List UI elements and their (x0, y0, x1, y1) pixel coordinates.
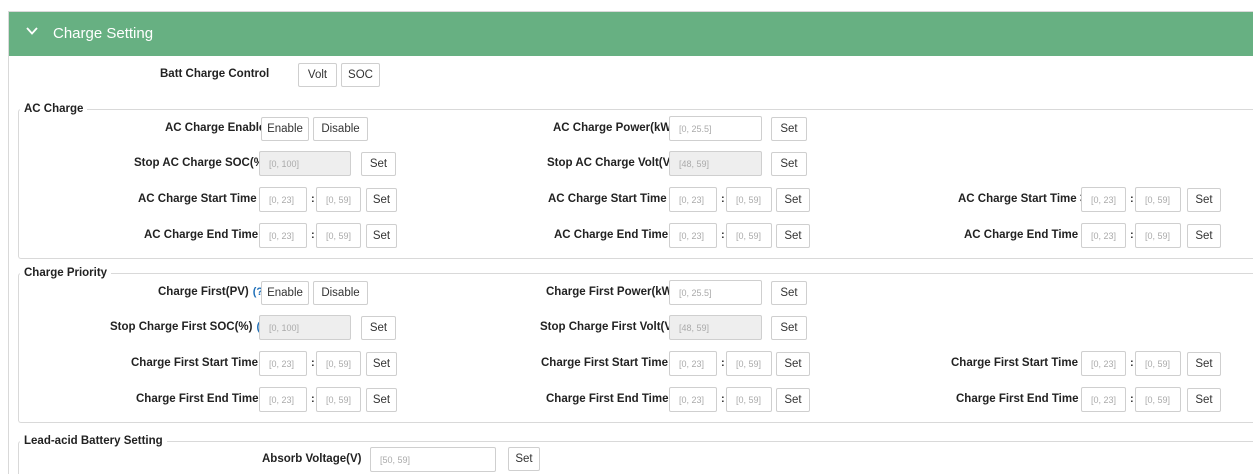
ac-charge-power-label: AC Charge Power(kW) (553, 122, 676, 134)
ac-charge-start-time-3-hour[interactable] (1081, 187, 1126, 212)
charge-first-start-time-3-hour[interactable] (1081, 351, 1126, 376)
charge-first-pv-label: Charge First(PV) (?) (158, 280, 267, 305)
charge-first-power-set-button[interactable]: Set (771, 281, 807, 305)
ac-charge-end-time-3-minute[interactable] (1135, 223, 1181, 248)
lead-acid-legend: Lead-acid Battery Setting (20, 434, 167, 448)
charge-first-enable-button[interactable]: Enable (261, 281, 309, 305)
charge-first-end-time-1-set-button[interactable]: Set (366, 388, 397, 412)
time-separator: : (1130, 357, 1134, 369)
ac-charge-end-time-2-minute[interactable] (726, 223, 772, 248)
time-separator: : (311, 393, 315, 405)
charge-first-end-time-3-label: Charge First End Time 3 (956, 393, 1089, 405)
chevron-down-icon[interactable] (26, 26, 38, 36)
ac-charge-end-time-1-hour[interactable] (259, 223, 307, 248)
charge-first-power-input[interactable] (669, 280, 762, 305)
ac-charge-end-time-3-set-button[interactable]: Set (1187, 224, 1221, 248)
stop-ac-charge-soc-label: Stop AC Charge SOC(%) (134, 157, 268, 169)
stop-charge-first-volt-label: Stop Charge First Volt(V) (540, 321, 676, 333)
ac-charge-legend: AC Charge (20, 102, 88, 116)
time-separator: : (721, 193, 725, 205)
charge-first-end-time-1-hour[interactable] (259, 387, 307, 412)
ac-charge-start-time-1-minute[interactable] (316, 187, 361, 212)
stop-charge-first-soc-label: Stop Charge First SOC(%)(?) (110, 315, 271, 340)
ac-charge-end-time-2-hour[interactable] (669, 223, 717, 248)
charge-first-start-time-3-set-button[interactable]: Set (1187, 352, 1221, 376)
time-separator: : (1130, 393, 1134, 405)
time-separator: : (1130, 193, 1134, 205)
ac-charge-start-time-3-set-button[interactable]: Set (1187, 188, 1221, 212)
ac-charge-enable-label: AC Charge Enable (165, 122, 266, 134)
stop-charge-first-soc-set-button[interactable]: Set (361, 316, 396, 340)
panel-title: Charge Setting (53, 25, 154, 42)
time-separator: : (311, 193, 315, 205)
charge-first-pv-text: Charge First(PV) (158, 286, 249, 298)
stop-ac-charge-volt-set-button[interactable]: Set (771, 152, 807, 176)
ac-charge-end-time-1-set-button[interactable]: Set (366, 224, 397, 248)
ac-charge-start-time-3-label: AC Charge Start Time 3 (958, 193, 1087, 205)
ac-charge-end-time-1-minute[interactable] (316, 223, 361, 248)
charge-first-end-time-3-minute[interactable] (1135, 387, 1181, 412)
absorb-voltage-set-button[interactable]: Set (508, 447, 540, 471)
charge-first-power-label: Charge First Power(kW) (546, 286, 677, 298)
charge-first-start-time-1-label: Charge First Start Time 1 (131, 357, 268, 369)
charge-first-start-time-1-set-button[interactable]: Set (366, 352, 397, 376)
charge-first-start-time-1-minute[interactable] (316, 351, 361, 376)
time-separator: : (721, 229, 725, 241)
ac-charge-start-time-2-minute[interactable] (726, 187, 772, 212)
time-separator: : (1130, 229, 1134, 241)
ac-charge-start-time-2-set-button[interactable]: Set (776, 188, 810, 212)
ac-charge-start-time-2-hour[interactable] (669, 187, 717, 212)
charge-first-start-time-1-hour[interactable] (259, 351, 307, 376)
charge-first-start-time-3-label: Charge First Start Time 3 (951, 357, 1088, 369)
charge-first-start-time-2-hour[interactable] (669, 351, 717, 376)
ac-charge-start-time-1-hour[interactable] (259, 187, 307, 212)
ac-charge-end-time-2-label: AC Charge End Time 2 (554, 229, 678, 241)
batt-charge-control-label: Batt Charge Control (160, 68, 270, 80)
charge-first-start-time-3-minute[interactable] (1135, 351, 1181, 376)
volt-button[interactable]: Volt (298, 63, 337, 87)
stop-charge-first-soc-input[interactable] (259, 315, 351, 340)
time-separator: : (311, 357, 315, 369)
absorb-voltage-input[interactable] (370, 447, 496, 472)
stop-charge-first-volt-input[interactable] (669, 315, 762, 340)
stop-charge-first-soc-text: Stop Charge First SOC(%) (110, 321, 253, 333)
stop-charge-first-volt-set-button[interactable]: Set (771, 316, 807, 340)
stop-ac-charge-soc-set-button[interactable]: Set (361, 152, 396, 176)
lead-acid-battery-section (18, 441, 1253, 474)
charge-first-end-time-2-set-button[interactable]: Set (776, 388, 810, 412)
charge-priority-legend: Charge Priority (20, 266, 112, 280)
ac-charge-power-input[interactable] (669, 116, 762, 141)
ac-charge-start-time-3-minute[interactable] (1135, 187, 1181, 212)
ac-charge-end-time-2-set-button[interactable]: Set (776, 224, 810, 248)
ac-charge-end-time-1-label: AC Charge End Time 1 (144, 229, 268, 241)
panel-header[interactable]: Charge Setting (9, 12, 1253, 56)
charge-first-end-time-3-set-button[interactable]: Set (1187, 388, 1221, 412)
stop-ac-charge-volt-input[interactable] (669, 151, 762, 176)
stop-ac-charge-soc-input[interactable] (259, 151, 351, 176)
ac-charge-start-time-1-label: AC Charge Start Time 1 (138, 193, 267, 205)
ac-charge-power-set-button[interactable]: Set (771, 117, 807, 141)
soc-button[interactable]: SOC (341, 63, 380, 87)
ac-charge-enable-button[interactable]: Enable (261, 117, 309, 141)
stop-ac-charge-volt-label: Stop AC Charge Volt(V) (547, 157, 675, 169)
absorb-voltage-label: Absorb Voltage(V) (262, 453, 362, 465)
charge-first-end-time-2-minute[interactable] (726, 387, 772, 412)
charge-first-start-time-2-label: Charge First Start Time 2 (541, 357, 678, 369)
ac-charge-end-time-3-label: AC Charge End Time 3 (964, 229, 1088, 241)
time-separator: : (311, 229, 315, 241)
charge-first-start-time-2-minute[interactable] (726, 351, 772, 376)
charge-first-end-time-3-hour[interactable] (1081, 387, 1126, 412)
ac-charge-start-time-2-label: AC Charge Start Time 2 (548, 193, 677, 205)
charge-first-end-time-1-minute[interactable] (316, 387, 361, 412)
time-separator: : (721, 357, 725, 369)
ac-charge-end-time-3-hour[interactable] (1081, 223, 1126, 248)
ac-charge-start-time-1-set-button[interactable]: Set (366, 188, 397, 212)
charge-first-start-time-2-set-button[interactable]: Set (776, 352, 810, 376)
charge-first-end-time-2-label: Charge First End Time 2 (546, 393, 679, 405)
time-separator: : (721, 393, 725, 405)
charge-first-end-time-1-label: Charge First End Time 1 (136, 393, 269, 405)
ac-charge-disable-button[interactable]: Disable (313, 117, 368, 141)
charge-first-end-time-2-hour[interactable] (669, 387, 717, 412)
charge-first-disable-button[interactable]: Disable (313, 281, 368, 305)
